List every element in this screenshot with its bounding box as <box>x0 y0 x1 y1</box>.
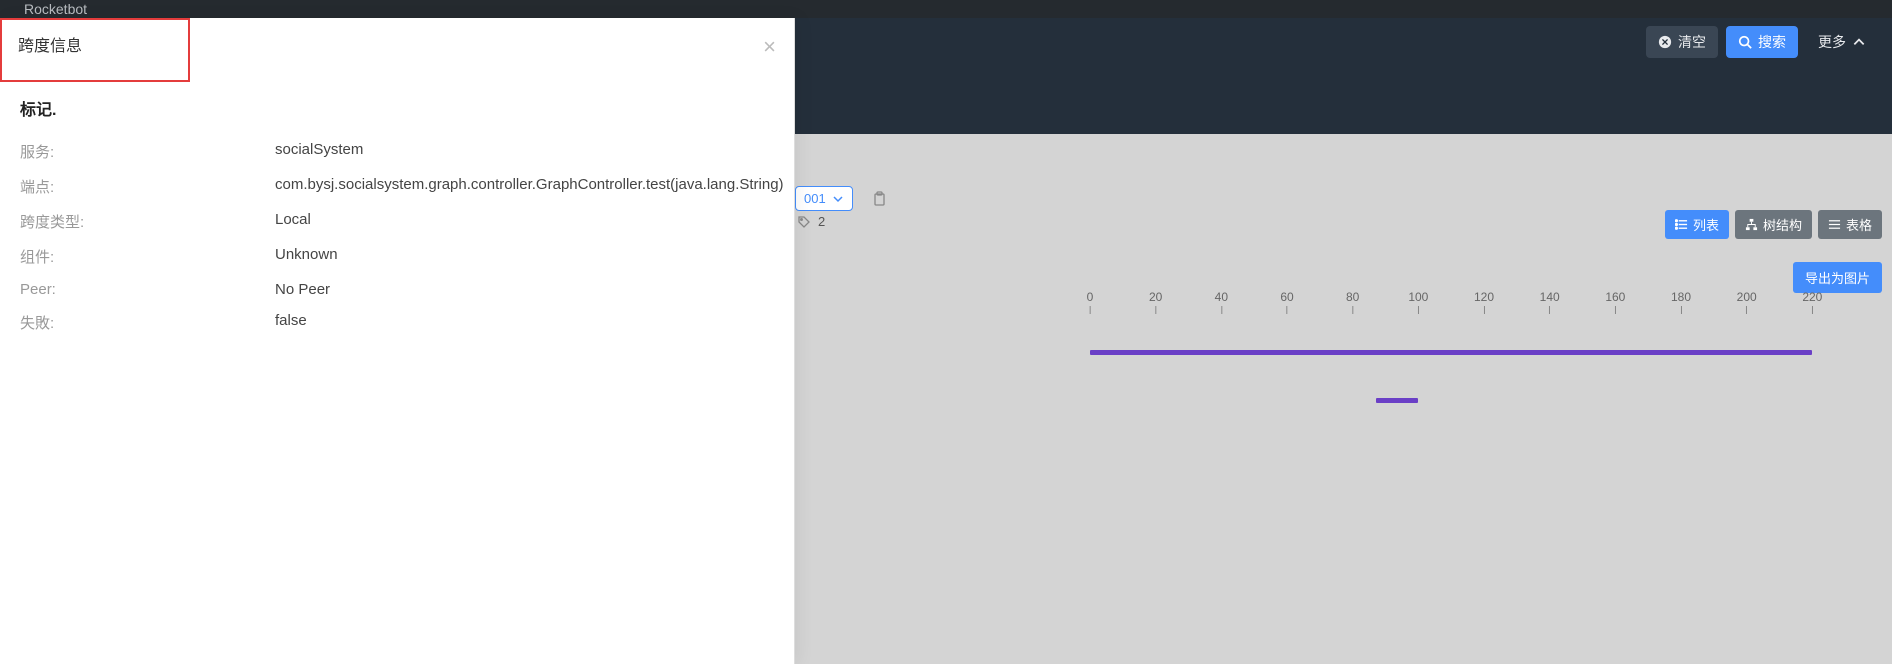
axis-tick-mark <box>1812 306 1813 314</box>
axis-tick-mark <box>1549 306 1550 314</box>
axis-tick-label: 0 <box>1087 290 1094 304</box>
axis-tick-label: 100 <box>1408 290 1428 304</box>
span-tags-table: 服务:socialSystem端点:com.bysj.socialsystem.… <box>0 128 794 346</box>
close-circle-icon <box>1658 35 1672 49</box>
tree-view-label: 树结构 <box>1763 215 1802 234</box>
list-view-label: 列表 <box>1693 215 1719 234</box>
tag-row: 失敗:false <box>20 305 774 340</box>
more-label: 更多 <box>1818 32 1846 52</box>
axis-tick-mark <box>1090 306 1091 314</box>
tag-row: Peer:No Peer <box>20 274 774 305</box>
clipboard-icon <box>871 191 887 207</box>
axis-tick-label: 200 <box>1737 290 1757 304</box>
span-count: 2 <box>818 214 825 229</box>
axis-tick-mark <box>1352 306 1353 314</box>
chevron-down-icon <box>832 193 844 205</box>
span-bar[interactable] <box>1090 350 1812 355</box>
export-image-button[interactable]: 导出为图片 <box>1793 262 1882 293</box>
span-count-row: 2 <box>798 214 825 229</box>
tag-key: 跨度类型: <box>20 211 275 232</box>
tag-row: 服务:socialSystem <box>20 134 774 169</box>
axis-tick: 200 <box>1737 290 1757 314</box>
axis-tick-mark <box>1221 306 1222 314</box>
tag-icon <box>798 216 810 228</box>
tag-row: 跨度类型:Local <box>20 204 774 239</box>
tag-key: 服务: <box>20 141 275 162</box>
axis-tick-label: 220 <box>1802 290 1822 304</box>
more-button[interactable]: 更多 <box>1806 26 1878 58</box>
clear-button[interactable]: 清空 <box>1646 26 1718 58</box>
axis-tick: 160 <box>1605 290 1625 314</box>
tag-key: 端点: <box>20 176 275 197</box>
axis-tick-label: 80 <box>1346 290 1359 304</box>
table-view-button[interactable]: 表格 <box>1818 210 1882 239</box>
tree-icon <box>1745 218 1758 231</box>
tag-value: Unknown <box>275 246 338 267</box>
axis-tick: 0 <box>1087 290 1094 314</box>
view-mode-buttons: 列表 树结构 表格 <box>1665 210 1882 239</box>
search-icon <box>1738 35 1752 49</box>
list-icon <box>1675 218 1688 231</box>
brand-label: Rocketbot <box>24 1 87 17</box>
axis-tick-label: 160 <box>1605 290 1625 304</box>
axis-tick-mark <box>1418 306 1419 314</box>
axis-tick-label: 40 <box>1215 290 1228 304</box>
axis-tick: 80 <box>1346 290 1359 314</box>
axis-tick: 60 <box>1280 290 1293 314</box>
tree-view-button[interactable]: 树结构 <box>1735 210 1812 239</box>
tag-row: 组件:Unknown <box>20 239 774 274</box>
axis-tick-label: 180 <box>1671 290 1691 304</box>
axis-tick-label: 120 <box>1474 290 1494 304</box>
copy-button[interactable] <box>867 187 891 211</box>
axis-tick: 100 <box>1408 290 1428 314</box>
axis-tick-label: 60 <box>1280 290 1293 304</box>
axis-tick-mark <box>1681 306 1682 314</box>
axis-tick-mark <box>1615 306 1616 314</box>
axis-tick: 120 <box>1474 290 1494 314</box>
list-view-button[interactable]: 列表 <box>1665 210 1729 239</box>
axis-tick-mark <box>1746 306 1747 314</box>
app-header: Rocketbot <box>0 0 1892 18</box>
tag-value: No Peer <box>275 281 330 298</box>
tag-row: 端点:com.bysj.socialsystem.graph.controlle… <box>20 169 774 204</box>
trace-selector-row: 001 <box>795 186 891 211</box>
axis-tick-label: 20 <box>1149 290 1162 304</box>
chevron-up-icon <box>1852 35 1866 49</box>
span-info-modal: 跨度信息 × 标记. 服务:socialSystem端点:com.bysj.so… <box>0 18 795 664</box>
close-icon[interactable]: × <box>763 36 776 58</box>
trace-dropdown-value: 001 <box>804 191 826 206</box>
axis-tick-mark <box>1484 306 1485 314</box>
axis-tick-mark <box>1286 306 1287 314</box>
span-bar[interactable] <box>1376 398 1419 403</box>
tag-value: Local <box>275 211 311 232</box>
axis-tick: 40 <box>1215 290 1228 314</box>
axis-tick-mark <box>1155 306 1156 314</box>
tag-key: 失敗: <box>20 312 275 333</box>
table-icon <box>1828 218 1841 231</box>
timeline-axis: 0 20 40 60 80 100 120 140 160 180 200 220 <box>1090 290 1878 318</box>
axis-tick: 220 <box>1802 290 1822 314</box>
axis-tick: 180 <box>1671 290 1691 314</box>
search-button[interactable]: 搜索 <box>1726 26 1798 58</box>
tag-value: false <box>275 312 307 333</box>
tag-key: Peer: <box>20 281 275 298</box>
table-view-label: 表格 <box>1846 215 1872 234</box>
axis-tick: 140 <box>1540 290 1560 314</box>
axis-tick-label: 140 <box>1540 290 1560 304</box>
modal-section-label: 标记. <box>0 82 794 128</box>
modal-title-box: 跨度信息 <box>0 18 190 82</box>
trace-dropdown[interactable]: 001 <box>795 186 853 211</box>
axis-tick: 20 <box>1149 290 1162 314</box>
tag-key: 组件: <box>20 246 275 267</box>
clear-label: 清空 <box>1678 32 1706 52</box>
tag-value: socialSystem <box>275 141 363 162</box>
tag-value: com.bysj.socialsystem.graph.controller.G… <box>275 176 784 197</box>
modal-title: 跨度信息 <box>18 32 172 56</box>
search-label: 搜索 <box>1758 32 1786 52</box>
